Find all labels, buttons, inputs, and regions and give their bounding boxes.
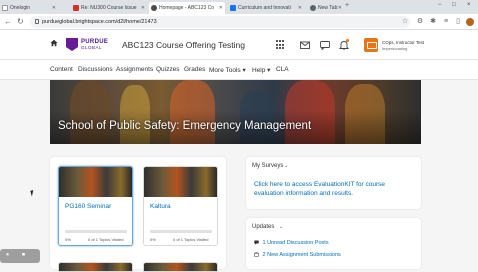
extension-icon[interactable]: ⚙ — [416, 18, 424, 26]
update-count: 1 — [262, 240, 266, 246]
update-item[interactable]: 2 New Assignment Submissions — [254, 252, 341, 258]
browser-toolbar: ← ↻ purdueglobal.brightspace.com/d2l/hom… — [0, 14, 478, 30]
progress-bar — [65, 230, 127, 233]
tab-new-tab[interactable]: New Tab ✕ — [308, 2, 344, 14]
updates-widget: Updates ⌄ 1 Unread Discussion Posts 2 Ne… — [246, 218, 421, 269]
tab-label: New Tab — [318, 5, 338, 11]
side-panel-icon[interactable]: ▯ — [454, 18, 462, 26]
nav-content[interactable]: Content — [50, 66, 73, 73]
update-label[interactable]: Unread Discussion Posts — [267, 240, 328, 246]
course-card-peek[interactable] — [143, 262, 218, 272]
course-header: PURDUE GLOBAL ABC123 Course Offering Tes… — [0, 30, 478, 60]
course-card-pg160[interactable]: PG160 Seminar 0% 0 of 1 Topics Visited — [58, 166, 133, 246]
progress-topics: 0 of 1 Topics Visited — [173, 237, 209, 242]
logo-text-line2: GLOBAL — [81, 45, 103, 50]
assignment-icon — [254, 252, 259, 257]
card-title[interactable]: Kaltura — [150, 203, 171, 210]
tab-label: Re: NU300 Course Issue — [81, 5, 137, 11]
user-role: Impersonating — [382, 46, 408, 51]
user-name[interactable]: COps, Instructor Test — [382, 40, 424, 45]
update-label[interactable]: New Assignment Submissions — [267, 252, 341, 258]
course-card-kaltura[interactable]: Kaltura 0% 0 of 1 Topics Visited — [143, 166, 218, 246]
pause-icon[interactable]: ⏸ — [6, 252, 9, 259]
close-icon[interactable]: ✕ — [298, 2, 302, 14]
url-text: purdueglobal.brightspace.com/d2l/home/21… — [42, 19, 157, 25]
nav-quizzes[interactable]: Quizzes — [156, 66, 179, 73]
home-icon[interactable] — [50, 39, 58, 47]
url-bar[interactable]: purdueglobal.brightspace.com/d2l/home/21… — [30, 16, 410, 28]
course-navbar: Content Discussions Assignments Quizzes … — [0, 60, 478, 80]
close-icon[interactable]: ✕ — [52, 2, 56, 14]
nav-more-tools[interactable]: More Tools ▾ — [209, 66, 246, 74]
tab-label: Homepage - ABC123 Co — [159, 5, 215, 11]
updates-heading: Updates — [252, 224, 275, 230]
progress-percent: 0% — [65, 237, 71, 242]
tab-email[interactable]: Re: NU300 Course Issue ✕ — [71, 2, 147, 14]
course-cards-panel: PG160 Seminar 0% 0 of 1 Topics Visited K… — [50, 157, 226, 272]
surveys-heading: My Surveys — [252, 163, 284, 169]
nav-assignments[interactable]: Assignments — [116, 66, 153, 73]
update-item[interactable]: 1 Unread Discussion Posts — [254, 240, 329, 246]
onelogin-favicon-icon — [2, 5, 8, 11]
chat-icon[interactable] — [320, 40, 330, 50]
progress-topics: 0 of 1 Topics Visited — [88, 237, 124, 242]
reload-icon[interactable]: ↻ — [17, 16, 24, 28]
purdue-global-logo-icon[interactable] — [66, 38, 78, 51]
screen-share-toolbar: ⏸ ⏹ — [0, 249, 40, 263]
progress-bar — [150, 230, 212, 233]
stop-icon[interactable]: ⏹ — [22, 252, 25, 259]
close-icon[interactable]: ✕ — [219, 2, 223, 14]
chevron-down-icon[interactable]: ⌄ — [279, 224, 283, 230]
card-image — [144, 167, 217, 197]
close-icon[interactable]: ✕ — [338, 2, 342, 14]
close-icon[interactable]: ✕ — [141, 2, 145, 14]
course-banner: School of Public Safety: Emergency Manag… — [50, 80, 421, 144]
discussion-icon — [254, 240, 259, 245]
maximize-button[interactable]: □ — [452, 2, 456, 8]
profile-avatar[interactable] — [466, 18, 474, 26]
tab-label: Curriculum and Innovati — [238, 5, 291, 11]
nav-help[interactable]: Help ▾ — [252, 66, 270, 74]
star-bookmark-icon[interactable]: ☆ — [401, 18, 409, 26]
curriculum-favicon-icon — [230, 5, 236, 11]
minimize-button[interactable]: − — [438, 2, 442, 8]
reading-list-icon[interactable]: ≡ — [442, 18, 450, 26]
user-avatar[interactable] — [364, 38, 378, 52]
nav-grades[interactable]: Grades — [184, 66, 205, 73]
nav-discussions[interactable]: Discussions — [78, 66, 113, 73]
mouse-cursor-icon — [30, 189, 38, 197]
chrome-favicon-icon — [310, 5, 316, 11]
tab-curriculum[interactable]: Curriculum and Innovati ✕ — [228, 2, 304, 14]
surveys-widget: My Surveys ⌄ Click here to access Evalua… — [246, 157, 421, 209]
chevron-down-icon[interactable]: ⌄ — [284, 163, 288, 169]
notification-dot — [346, 39, 349, 42]
tab-onelogin[interactable]: Onelogin ✕ — [0, 2, 58, 14]
course-title[interactable]: ABC123 Course Offering Testing — [122, 40, 245, 50]
banner-title: School of Public Safety: Emergency Manag… — [58, 120, 312, 132]
evaluationkit-link[interactable]: Click here to access EvaluationKIT for c… — [254, 180, 414, 198]
tab-homepage[interactable]: Homepage - ABC123 Co ✕ — [149, 2, 225, 14]
card-title[interactable]: PG160 Seminar — [65, 203, 111, 210]
back-arrow-icon[interactable]: ← — [4, 16, 12, 28]
course-selector-icon[interactable] — [276, 40, 286, 50]
lock-icon[interactable] — [35, 19, 39, 24]
gmail-favicon-icon — [73, 5, 79, 11]
course-card-peek[interactable] — [58, 262, 133, 272]
card-image — [59, 167, 132, 197]
browser-tab-strip: Onelogin ✕ Re: NU300 Course Issue ✕ Home… — [0, 0, 478, 14]
tab-label: Onelogin — [10, 5, 31, 11]
progress-percent: 0% — [150, 237, 156, 242]
close-window-button[interactable]: × — [467, 2, 471, 8]
puzzle-extensions-icon[interactable]: ✱ — [429, 18, 437, 26]
brightspace-favicon-icon — [151, 5, 157, 11]
new-tab-plus-icon[interactable]: + — [345, 2, 349, 9]
update-count: 2 — [262, 252, 266, 258]
nav-cla[interactable]: CLA — [276, 66, 289, 73]
message-icon[interactable] — [300, 40, 310, 50]
